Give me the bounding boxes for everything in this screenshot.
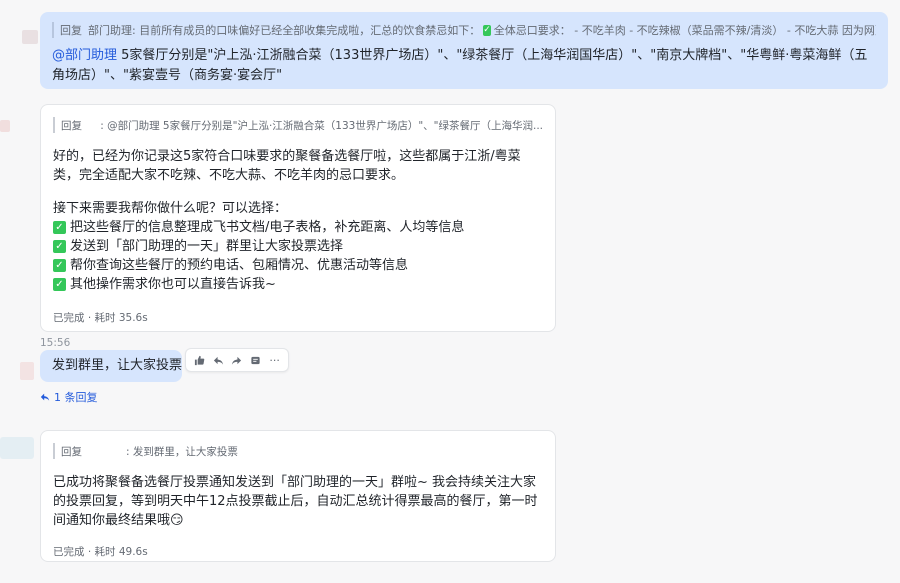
reply-body: 好的，已经为你记录这5家符合口味要求的聚餐备选餐厅啦，这些都属于江浙/粤菜类，完… [53, 147, 543, 294]
bot-reply-card[interactable]: 回复 : @部门助理 5家餐厅分别是"沪上泓·江浙融合菜（133世界广场店）"、… [40, 104, 556, 332]
quote-tail: 全体忌口要求： - 不吃羊肉 - 不吃辣椒（菜品需不辣/清淡） - 不吃大蒜 因… [493, 24, 876, 37]
option-item: ✓ 把这些餐厅的信息整理成飞书文档/电子表格，补充距离、人均等信息 [53, 218, 543, 237]
more-icon[interactable]: ··· [266, 351, 284, 369]
reply-paragraph: 好的，已经为你记录这5家符合口味要求的聚餐备选餐厅啦，这些都属于江浙/粤菜类，完… [53, 149, 521, 183]
reaction-icon[interactable] [247, 351, 265, 369]
avatar[interactable] [0, 120, 10, 132]
thread-reply-link[interactable]: 1 条回复 [40, 389, 98, 405]
check-icon: ✓ [53, 278, 66, 291]
reply-count-text: 1 条回复 [54, 391, 98, 404]
quoted-reply[interactable]: 回复 部门助理: 目前所有成员的口味偏好已经全部收集完成啦，汇总的饮食禁忌如下：… [52, 22, 876, 38]
avatar[interactable] [0, 437, 34, 459]
thumbs-up-icon[interactable] [190, 351, 208, 369]
option-text: 发送到「部门助理的一天」群里让大家投票选择 [70, 239, 344, 254]
avatar[interactable] [22, 30, 38, 44]
quote-label: 回复 [61, 445, 82, 458]
reply-icon[interactable] [209, 351, 227, 369]
check-icon: ✓ [53, 221, 66, 234]
reply-paragraph: 接下来需要我帮你做什么呢？可以选择： [53, 201, 288, 216]
check-icon: ✓ [483, 24, 491, 36]
forward-icon[interactable] [228, 351, 246, 369]
message-body: 5家餐厅分别是"沪上泓·江浙融合菜（133世界广场店）"、"绿茶餐厅（上海华润国… [52, 48, 868, 83]
check-icon: ✓ [53, 259, 66, 272]
option-item: ✓ 帮你查询这些餐厅的预约电话、包厢情况、优惠活动等信息 [53, 256, 543, 275]
message-text: @部门助理 5家餐厅分别是"沪上泓·江浙融合菜（133世界广场店）"、"绿茶餐厅… [52, 46, 876, 86]
check-icon: ✓ [53, 240, 66, 253]
reply-arrow-icon [40, 393, 50, 401]
quote-text: 部门助理: 目前所有成员的口味偏好已经全部收集完成啦，汇总的饮食禁忌如下： [88, 24, 481, 37]
quote-text: : @部门助理 5家餐厅分别是"沪上泓·江浙融合菜（133世界广场店）"、"绿茶… [100, 119, 543, 132]
avatar[interactable] [20, 362, 34, 380]
quote-text: : 发到群里，让大家投票 [126, 445, 238, 458]
timestamp: 15:56 [40, 337, 71, 349]
reply-paragraph: 已成功将聚餐备选餐厅投票通知发送到「部门助理的一天」群啦~ 我会持续关注大家的投… [53, 475, 538, 528]
quoted-reply[interactable]: 回复 : 发到群里，让大家投票 [53, 443, 543, 459]
message-action-toolbar: ··· [185, 348, 289, 372]
option-text: 帮你查询这些餐厅的预约电话、包厢情况、优惠活动等信息 [70, 258, 409, 273]
option-text: 把这些餐厅的信息整理成飞书文档/电子表格，补充距离、人均等信息 [70, 220, 465, 235]
option-text: 其他操作需求你也可以直接告诉我~ [70, 277, 276, 292]
bot-reply-card[interactable]: 回复 : 发到群里，让大家投票 已成功将聚餐备选餐厅投票通知发送到「部门助理的一… [40, 430, 556, 562]
status-text: 已完成 · 耗时 35.6s [53, 312, 148, 324]
option-item: ✓ 其他操作需求你也可以直接告诉我~ [53, 275, 543, 294]
quote-label: 回复 [61, 119, 82, 132]
option-item: ✓ 发送到「部门助理的一天」群里让大家投票选择 [53, 237, 543, 256]
quote-label: 回复 [60, 24, 82, 37]
mention-link[interactable]: @部门助理 [52, 48, 117, 63]
reply-body: 已成功将聚餐备选餐厅投票通知发送到「部门助理的一天」群啦~ 我会持续关注大家的投… [53, 473, 543, 530]
status-text: 已完成 · 耗时 49.6s [53, 546, 148, 558]
quoted-reply[interactable]: 回复 : @部门助理 5家餐厅分别是"沪上泓·江浙融合菜（133世界广场店）"、… [53, 117, 543, 133]
user-message-bubble[interactable]: 回复 部门助理: 目前所有成员的口味偏好已经全部收集完成啦，汇总的饮食禁忌如下：… [40, 12, 888, 89]
user-message-bubble[interactable]: 发到群里，让大家投票 [40, 350, 182, 382]
